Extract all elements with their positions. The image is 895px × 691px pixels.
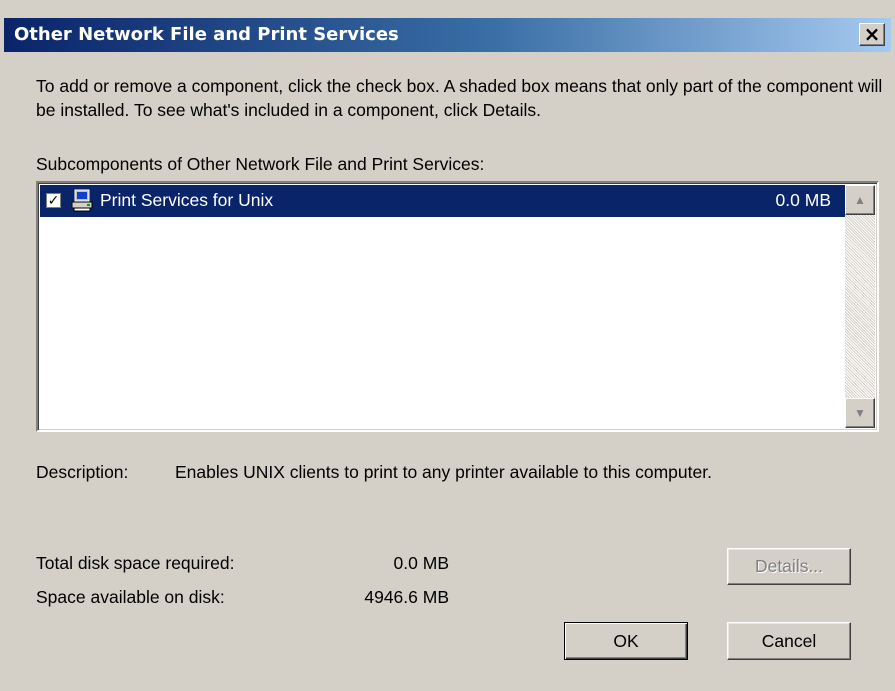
dialog-title: Other Network File and Print Services [14, 24, 399, 45]
close-button[interactable]: × [859, 23, 885, 46]
vertical-scrollbar[interactable]: ▲ ▼ [845, 185, 875, 428]
instructions-text: To add or remove a component, click the … [36, 76, 883, 120]
close-icon: × [863, 22, 881, 46]
arrow-up-icon: ▲ [854, 193, 866, 207]
scroll-down-button[interactable]: ▼ [845, 398, 875, 428]
cancel-button[interactable]: Cancel [727, 622, 851, 660]
list-item[interactable]: ✓ Print Services for Unix 0.0 MB [40, 185, 847, 217]
arrow-down-icon: ▼ [854, 406, 866, 420]
disk-available-label: Space available on disk: [36, 587, 225, 607]
disk-required-label: Total disk space required: [36, 553, 235, 573]
disk-required-value: 0.0 MB [393, 553, 449, 573]
component-checkbox[interactable]: ✓ [46, 193, 61, 208]
component-size: 0.0 MB [775, 190, 831, 210]
description-text: Enables UNIX clients to print to any pri… [175, 462, 712, 482]
component-label: Print Services for Unix [100, 190, 274, 210]
subcomponents-listbox[interactable]: ✓ Print Services for Unix 0.0 MB ▲ ▼ [36, 181, 879, 432]
scroll-up-button[interactable]: ▲ [845, 185, 875, 215]
dialog-window: Other Network File and Print Services × … [0, 0, 895, 691]
disk-available-value: 4946.6 MB [364, 587, 449, 607]
title-bar[interactable]: Other Network File and Print Services × [4, 18, 891, 52]
printer-computer-icon [71, 189, 93, 212]
details-button[interactable]: Details... [727, 548, 851, 585]
ok-button[interactable]: OK [564, 622, 688, 660]
description-label: Description: [36, 462, 129, 482]
subcomponents-label: Subcomponents of Other Network File and … [36, 154, 485, 174]
